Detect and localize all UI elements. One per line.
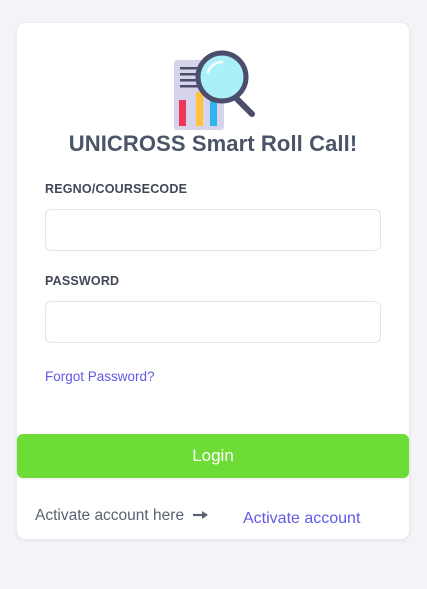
password-label: PASSWORD [45, 274, 120, 288]
regno-field[interactable] [45, 209, 381, 251]
arrow-right-icon [193, 510, 209, 519]
activate-account-link[interactable]: Activate account [243, 510, 360, 528]
forgot-password-link[interactable]: Forgot Password? [45, 369, 155, 384]
report-magnifier-icon [174, 50, 255, 130]
page-title: UNICROSS Smart Roll Call! [68, 131, 358, 156]
login-button[interactable]: Login [17, 434, 409, 478]
activate-hint-text: Activate account here [35, 507, 185, 524]
activate-hint: Activate account here [35, 507, 209, 525]
password-field[interactable] [45, 301, 381, 343]
login-card: UNICROSS Smart Roll Call! REGNO/COURSECO… [17, 23, 409, 539]
regno-label: REGNO/COURSECODE [45, 182, 188, 196]
